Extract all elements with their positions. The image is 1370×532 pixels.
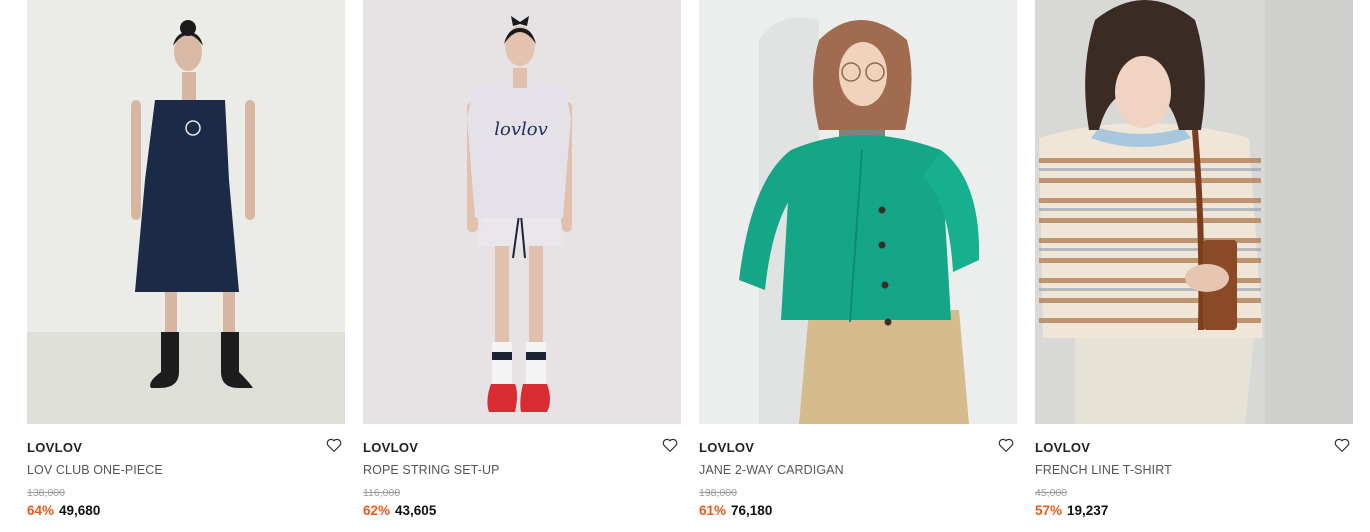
original-price: 116,000 [363, 487, 401, 499]
product-info: LOVLOV LOV CLUB ONE-PIECE 138,000 64% 49,… [27, 424, 345, 532]
brand-name: LOVLOV [27, 440, 83, 455]
product-image[interactable] [699, 0, 1017, 424]
discount-rate: 64% [27, 503, 55, 518]
brand-name: LOVLOV [699, 440, 755, 455]
product-info: LOVLOV JANE 2-WAY CARDIGAN 198,000 61% 76… [699, 424, 1017, 532]
product-grid: LOVLOV LOV CLUB ONE-PIECE 138,000 64% 49,… [0, 0, 1370, 532]
sale-price: 49,680 [59, 503, 101, 518]
sale-price: 19,237 [1067, 503, 1109, 518]
product-image[interactable] [27, 0, 345, 424]
original-price: 198,000 [699, 487, 737, 499]
discount-rate: 62% [363, 503, 391, 518]
brand-name: LOVLOV [1035, 440, 1091, 455]
brand-name: LOVLOV [363, 440, 419, 455]
product-info: LOVLOV ROPE STRING SET-UP 116,000 62% 43,… [363, 424, 681, 532]
heart-outline-icon[interactable] [1333, 436, 1351, 454]
price-line: 61% 76,180 [699, 503, 772, 518]
product-info: LOVLOV FRENCH LINE T-SHIRT 45,000 57% 19,… [1035, 424, 1353, 532]
discount-rate: 57% [1035, 503, 1063, 518]
product-image[interactable]: lovlov [363, 0, 681, 424]
svg-text:lovlov: lovlov [494, 119, 548, 140]
product-name[interactable]: ROPE STRING SET-UP [363, 463, 500, 477]
price-line: 62% 43,605 [363, 503, 436, 518]
heart-outline-icon[interactable] [997, 436, 1015, 454]
product-card[interactable]: LOVLOV LOV CLUB ONE-PIECE 138,000 64% 49,… [27, 0, 345, 532]
sale-price: 76,180 [731, 503, 773, 518]
discount-rate: 61% [699, 503, 727, 518]
price-line: 57% 19,237 [1035, 503, 1108, 518]
product-name[interactable]: LOV CLUB ONE-PIECE [27, 463, 163, 477]
sale-price: 43,605 [395, 503, 437, 518]
product-card[interactable]: LOVLOV FRENCH LINE T-SHIRT 45,000 57% 19,… [1035, 0, 1353, 532]
product-card[interactable]: lovlov LOVLOV ROPE STRING SET-UP 116,000… [363, 0, 681, 532]
product-name[interactable]: JANE 2-WAY CARDIGAN [699, 463, 844, 477]
price-line: 64% 49,680 [27, 503, 100, 518]
product-image[interactable] [1035, 0, 1353, 424]
heart-outline-icon[interactable] [661, 436, 679, 454]
original-price: 138,000 [27, 487, 65, 499]
product-name[interactable]: FRENCH LINE T-SHIRT [1035, 463, 1172, 477]
original-price: 45,000 [1035, 487, 1068, 499]
product-card[interactable]: LOVLOV JANE 2-WAY CARDIGAN 198,000 61% 76… [699, 0, 1017, 532]
heart-outline-icon[interactable] [325, 436, 343, 454]
